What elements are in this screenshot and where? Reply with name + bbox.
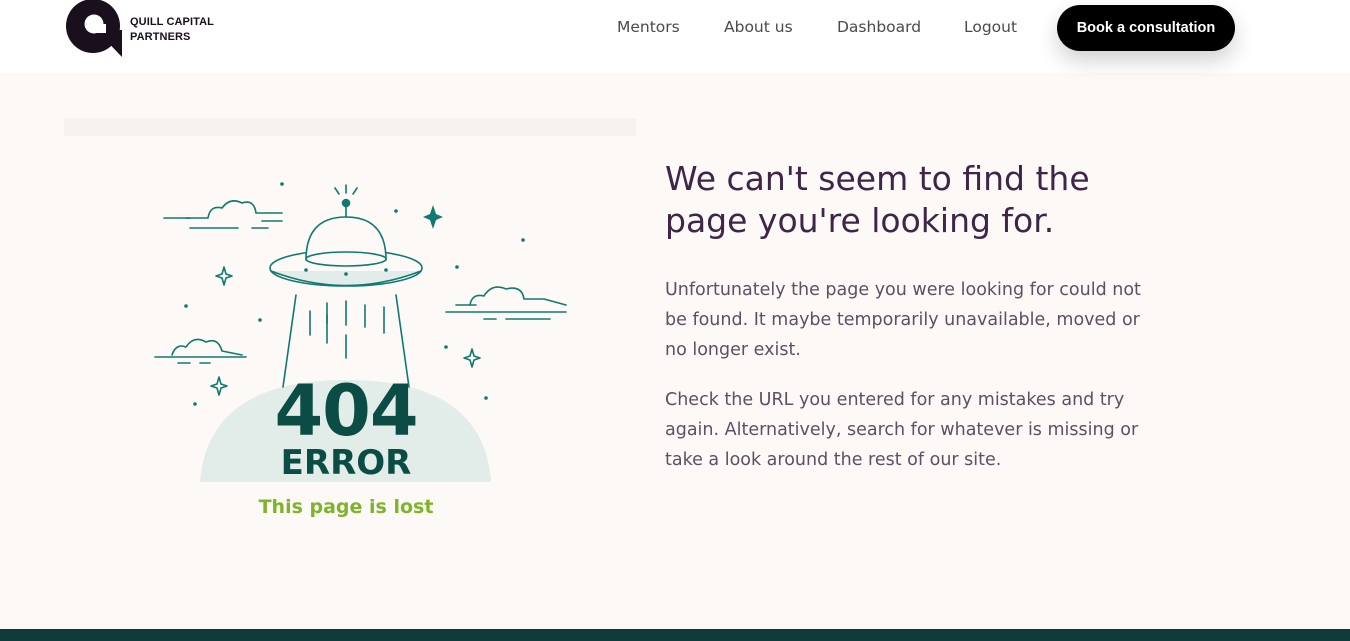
error-word: ERROR	[280, 443, 412, 483]
nav-link-dashboard[interactable]: Dashboard	[837, 18, 921, 36]
error-code: 404	[274, 370, 418, 452]
quill-q-logo-icon	[66, 0, 122, 57]
page-title: We can't seem to find the page you're lo…	[665, 159, 1090, 240]
error-description: Unfortunately the page you were looking …	[665, 280, 1141, 360]
nav-link-logout[interactable]: Logout	[964, 18, 1017, 36]
brand-name-line1: QUILL CAPITAL	[130, 16, 214, 28]
ufo-icon	[269, 184, 423, 287]
sparkle-icon	[423, 205, 443, 229]
decorative-bar	[64, 118, 636, 136]
cloud-icon	[163, 200, 283, 229]
nav-link-mentors[interactable]: Mentors	[617, 18, 680, 36]
book-consultation-button[interactable]: Book a consultation	[1057, 5, 1235, 51]
error-tagline: This page is lost	[258, 496, 434, 518]
cloud-icon	[445, 286, 567, 320]
brand-name: QUILL CAPITAL PARTNERS	[130, 15, 214, 45]
nav-link-about-us[interactable]: About us	[724, 18, 793, 36]
site-footer	[0, 629, 1350, 641]
site-header: QUILL CAPITAL PARTNERS Mentors About us …	[0, 0, 1350, 73]
brand-name-line2: PARTNERS	[130, 31, 191, 43]
brand-logo[interactable]: QUILL CAPITAL PARTNERS	[66, 0, 214, 57]
cloud-icon	[154, 338, 247, 364]
error-help-text: Check the URL you entered for any mistak…	[665, 390, 1139, 470]
